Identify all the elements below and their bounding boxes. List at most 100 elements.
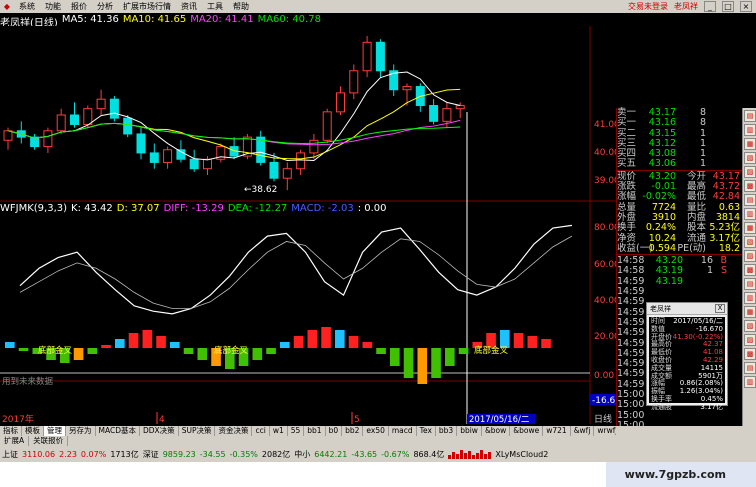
menu-function[interactable]: 功能 — [40, 1, 66, 12]
maximize-button[interactable]: □ — [722, 1, 734, 12]
indicator-tab[interactable]: MACD基本 — [96, 426, 140, 436]
stat-value: 0.594 — [648, 242, 676, 254]
indicator-tab[interactable]: 指标 — [0, 426, 22, 436]
tab-related-quote[interactable]: 关联报价 — [29, 436, 69, 446]
market-breadth-bars — [448, 449, 492, 459]
indicator-tab[interactable]: 资金决策 — [215, 426, 253, 436]
ind-tick-40: 40.00 — [594, 296, 616, 306]
future-data-note: 用到未来数据 — [2, 376, 54, 387]
tooltip-title: 老凤祥 — [650, 304, 671, 313]
toolbar-button-16[interactable]: ▧ — [744, 320, 756, 332]
macd-bar — [417, 348, 428, 384]
toolbar-button-3[interactable]: ▦ — [744, 138, 756, 150]
toolbar-button-12[interactable]: ▩ — [744, 264, 756, 276]
indicator-tab[interactable]: macd — [389, 426, 417, 436]
macd-cross-label-3: 底部金叉 — [474, 345, 509, 356]
indicator-tab[interactable]: 另存为 — [66, 426, 96, 436]
close-button[interactable]: × — [740, 1, 752, 12]
sh-pct: 0.07% — [80, 449, 107, 459]
indicator-tab[interactable]: &bow — [482, 426, 511, 436]
indicator-tab[interactable]: bb2 — [342, 426, 364, 436]
menu-quote[interactable]: 报价 — [66, 1, 92, 12]
indicator-tab[interactable]: w721 — [543, 426, 571, 436]
indicator-tab[interactable]: &wfj — [571, 426, 595, 436]
menu-system[interactable]: 系统 — [14, 1, 40, 12]
indicator-tab[interactable]: bb1 — [304, 426, 326, 436]
macd-bar — [403, 348, 414, 378]
macd-bar — [5, 342, 15, 348]
crosshair-value: -16.67 — [592, 396, 616, 406]
indicator-tab[interactable]: 55 — [288, 426, 305, 436]
indicator-tab[interactable]: bbiw — [457, 426, 482, 436]
menu-tools[interactable]: 工具 — [202, 1, 228, 12]
order-price: 43.06 — [648, 158, 676, 170]
macd-bar — [183, 348, 194, 354]
toolbar-button-15[interactable]: ▦ — [744, 306, 756, 318]
macd-bar — [527, 336, 538, 348]
indicator-tab[interactable]: 管理 — [44, 426, 66, 436]
stat-label-2: PE(动) — [677, 242, 706, 254]
candle-body — [96, 98, 106, 110]
date-tick-2017: 2017年 — [2, 413, 34, 424]
candle-body — [309, 139, 319, 154]
toolbar-button-6[interactable]: ▩ — [744, 180, 756, 192]
indicator-tab[interactable]: wrwfj — [594, 426, 616, 436]
indicator-tab[interactable]: cci — [252, 426, 270, 436]
macd-bar — [18, 348, 29, 351]
toolbar-button-14[interactable]: ▥ — [744, 292, 756, 304]
tick-price — [649, 411, 683, 421]
minimize-button[interactable]: _ — [704, 1, 716, 12]
candle-body — [429, 105, 439, 122]
toolbar-button-20[interactable]: ▥ — [744, 376, 756, 388]
toolbar-button-17[interactable]: ▨ — [744, 334, 756, 346]
toolbar-button-5[interactable]: ▨ — [744, 166, 756, 178]
indicator-tab[interactable]: b0 — [326, 426, 343, 436]
indicator-tab[interactable]: &bowe — [510, 426, 544, 436]
sz-label: 深证 — [142, 449, 159, 459]
macd-bar — [252, 348, 263, 360]
menu-bar: ◆ 系统 功能 报价 分析 扩展市场行情 资讯 工具 帮助 交易未登录 老凤祥 … — [0, 0, 756, 13]
indicator-tab[interactable]: bb3 — [436, 426, 458, 436]
toolbar-button-13[interactable]: ▤ — [744, 278, 756, 290]
trade-login-status[interactable]: 交易未登录 — [628, 1, 668, 12]
menu-help[interactable]: 帮助 — [228, 1, 254, 12]
macd-bar — [513, 333, 524, 348]
toolbar-button-9[interactable]: ▦ — [744, 222, 756, 234]
indicator-tab[interactable]: Tex — [417, 426, 436, 436]
k-value: K: 43.42 — [71, 203, 113, 214]
macd-bar — [73, 348, 84, 360]
toolbar-button-1[interactable]: ▤ — [744, 110, 756, 122]
diff-value: DIFF: -13.29 — [163, 203, 224, 214]
toolbar-button-19[interactable]: ▤ — [744, 362, 756, 374]
toolbar-button-10[interactable]: ▧ — [744, 236, 756, 248]
indicator-tab[interactable]: w1 — [270, 426, 288, 436]
macd-bar — [376, 348, 386, 354]
macd-bar — [170, 342, 180, 348]
toolbar-button-18[interactable]: ▩ — [744, 348, 756, 360]
menu-ext-market[interactable]: 扩展市场行情 — [118, 1, 176, 12]
macd-bar — [266, 348, 276, 354]
menu-news[interactable]: 资讯 — [176, 1, 202, 12]
menu-analysis[interactable]: 分析 — [92, 1, 118, 12]
indicator-tab[interactable]: SUP决策 — [179, 426, 216, 436]
cloud-status[interactable]: XLyMsCloud2 — [495, 450, 548, 459]
indicator-tab[interactable]: ex50 — [363, 426, 389, 436]
date-tick-apr: 4 — [159, 415, 165, 424]
toolbar-button-2[interactable]: ▥ — [744, 124, 756, 136]
indicator-tab[interactable]: 模板 — [22, 426, 44, 436]
kline-chart[interactable]: 41.00 40.00 39.00 ←38.62 80.00 60.00 40.… — [0, 26, 616, 424]
tooltip-close-button[interactable]: X — [715, 304, 725, 313]
tick-volume — [683, 287, 713, 297]
data-tooltip-window[interactable]: 老凤祥 X 时间 2017/05/16/二 数值 -16.670 开盘价 41.30(-0… — [646, 302, 728, 411]
candle-body — [269, 161, 279, 179]
toolbar-button-11[interactable]: ▨ — [744, 250, 756, 262]
sz-pct: -0.35% — [229, 449, 258, 459]
tab-extension-a[interactable]: 扩展A — [0, 436, 30, 446]
toolbar-button-4[interactable]: ▧ — [744, 152, 756, 164]
candle-body — [402, 86, 412, 91]
indicator-tab[interactable]: DDX决策 — [140, 426, 179, 436]
sh-change: 2.23 — [59, 449, 77, 459]
toolbar-button-7[interactable]: ▤ — [744, 194, 756, 206]
toolbar-button-8[interactable]: ▥ — [744, 208, 756, 220]
period-label: 日线 — [594, 413, 612, 424]
